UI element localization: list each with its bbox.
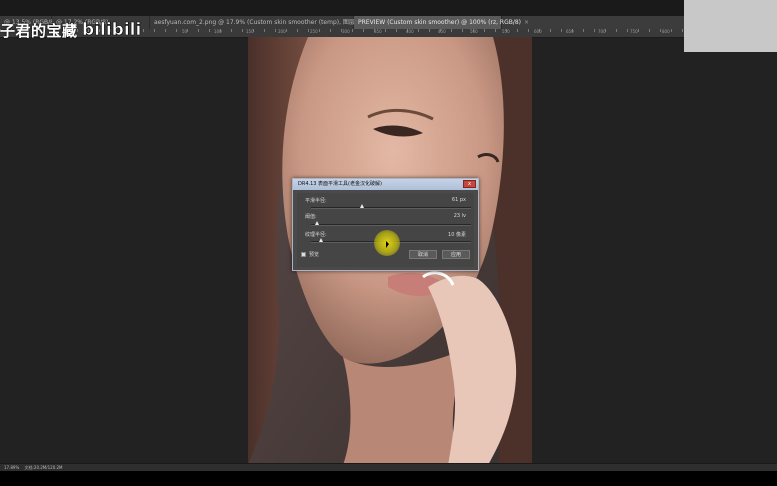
ruler-tick <box>176 29 177 32</box>
ruler-number: 50 <box>182 29 188 34</box>
tab-label: PREVIEW (Custom skin smoother) @ 100% (r… <box>358 19 522 26</box>
ruler-tick <box>319 29 320 32</box>
ruler-tick <box>583 29 584 32</box>
preview-label: 预览 <box>309 252 320 258</box>
ruler-tick <box>528 29 529 32</box>
ruler-tick <box>363 29 364 32</box>
apply-button[interactable]: 应用 <box>442 250 470 259</box>
dialog-close-button[interactable]: x <box>463 180 476 188</box>
tab-label: aesfyuan.com_2.png @ 17.9% (Custom skin … <box>154 19 376 26</box>
texture-radius-label: 纹理半径: <box>305 232 327 238</box>
ruler-tick <box>484 29 485 32</box>
ruler-tick <box>594 29 595 32</box>
ruler-tick <box>385 29 386 32</box>
ruler-tick <box>231 29 232 32</box>
ruler-number: 750 <box>630 29 638 34</box>
ruler-number: 550 <box>502 29 510 34</box>
ruler-number: 650 <box>566 29 574 34</box>
skin-smoother-dialog: DR4.13 表面平滑工具(老金汉化破解) x 平滑半径: 61 px 阈值: … <box>292 178 479 271</box>
ruler-number: 300 <box>342 29 350 34</box>
ruler-number: 800 <box>662 29 670 34</box>
smooth-radius-slider[interactable] <box>311 207 471 209</box>
threshold-value: 23 lv <box>453 213 466 219</box>
ruler-tick <box>275 29 276 32</box>
ruler-tick <box>561 29 562 32</box>
cancel-button[interactable]: 取消 <box>409 250 437 259</box>
ruler-tick <box>198 29 199 32</box>
ruler-number: 500 <box>470 29 478 34</box>
ruler-tick <box>495 29 496 32</box>
ruler-tick <box>418 29 419 32</box>
smooth-radius-value: 61 px <box>451 197 466 203</box>
ruler-tick <box>682 29 683 32</box>
ruler-tick <box>209 29 210 32</box>
ruler-tick <box>242 29 243 32</box>
ruler-tick <box>627 29 628 32</box>
ruler-tick <box>660 29 661 32</box>
smooth-radius-label: 平滑半径: <box>305 198 327 204</box>
ruler-tick <box>451 29 452 32</box>
ruler-tick <box>330 29 331 32</box>
smooth-radius-thumb[interactable] <box>360 204 365 208</box>
threshold-label: 阈值: <box>305 214 317 220</box>
ruler-tick <box>187 29 188 32</box>
ruler-tick <box>517 29 518 32</box>
uploader-watermark: 子君的宝藏 <box>0 22 78 40</box>
ruler-tick <box>616 29 617 32</box>
ruler-tick <box>154 29 155 32</box>
ruler-tick <box>264 29 265 32</box>
tab-3[interactable]: aesfyuan.com_2.png @ 17.9% (Custom skin … <box>150 16 375 29</box>
ruler-number: 200 <box>278 29 286 34</box>
bilibili-logo: bilibili <box>82 20 142 41</box>
ruler-tick <box>352 29 353 32</box>
ruler-tick <box>297 29 298 32</box>
texture-radius-value: 10 像素 <box>448 232 466 238</box>
ruler-tick <box>165 29 166 32</box>
ruler-tick <box>308 29 309 32</box>
ruler-tick <box>286 29 287 32</box>
mouse-cursor-icon <box>386 241 389 248</box>
threshold-thumb[interactable] <box>315 221 320 225</box>
ruler-tick <box>429 29 430 32</box>
ruler-number: 700 <box>598 29 606 34</box>
preview-checkbox[interactable] <box>301 252 306 257</box>
ruler-number: 150 <box>246 29 254 34</box>
ruler-tick <box>638 29 639 32</box>
dialog-title: DR4.13 表面平滑工具(老金汉化破解) <box>298 181 382 187</box>
texture-radius-thumb[interactable] <box>318 238 323 242</box>
ruler-number: 450 <box>438 29 446 34</box>
ruler-tick <box>462 29 463 32</box>
tab-4-active[interactable]: PREVIEW (Custom skin smoother) @ 100% (r… <box>354 16 529 29</box>
svg-text:bilibili: bilibili <box>82 20 141 40</box>
ruler-tick <box>671 29 672 32</box>
ruler-tick <box>396 29 397 32</box>
document-size: 文档:20.2M/120.2M <box>24 465 63 470</box>
threshold-slider[interactable] <box>311 224 471 226</box>
dialog-title-bar[interactable]: DR4.13 表面平滑工具(老金汉化破解) <box>293 179 478 190</box>
ruler-number: 100 <box>214 29 222 34</box>
overlay-panel <box>684 0 777 52</box>
ruler-number: 250 <box>310 29 318 34</box>
ruler-tick <box>550 29 551 32</box>
video-letterbox <box>0 471 777 486</box>
ruler-number: 350 <box>374 29 382 34</box>
ruler-number: 400 <box>406 29 414 34</box>
ruler-number: 600 <box>534 29 542 34</box>
zoom-level[interactable]: 17.89% <box>4 465 19 470</box>
ruler-tick <box>649 29 650 32</box>
close-icon[interactable]: × <box>524 19 529 26</box>
